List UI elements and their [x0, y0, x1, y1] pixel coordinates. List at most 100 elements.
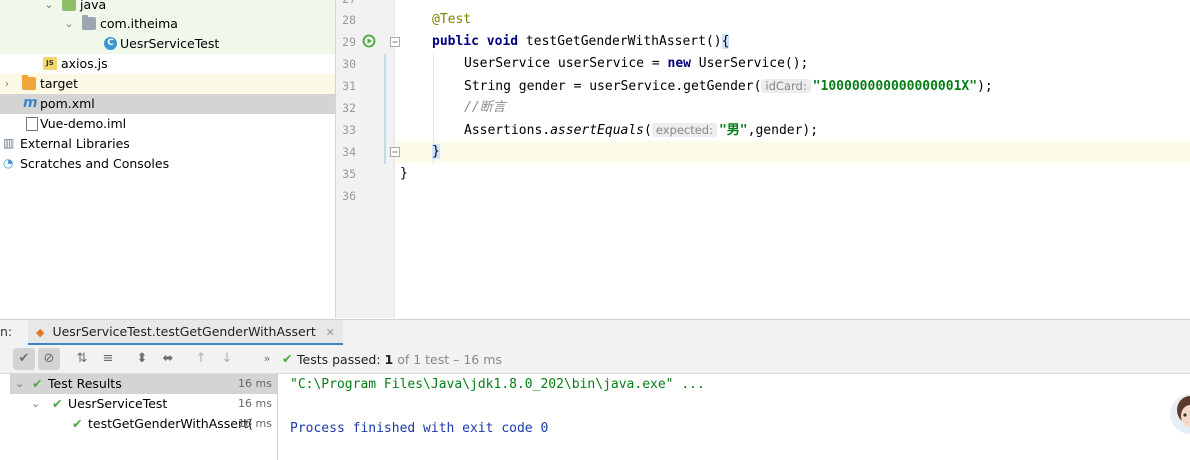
test-node-root[interactable]: ⌄ ✔ Test Results 16 ms	[10, 374, 277, 394]
method-signature: testGetGenderWithAssert()	[518, 34, 722, 49]
chevron-right-icon[interactable]: ›	[1, 74, 13, 94]
code-text: );	[977, 79, 993, 94]
package-icon	[82, 15, 96, 30]
code-text: String gender = userService.getGender(	[464, 79, 762, 94]
test-results-tree: ⌄ ✔ Test Results 16 ms ⌄ ✔ UesrServiceTe…	[0, 374, 278, 460]
folder-icon	[22, 75, 36, 90]
comment: //断言	[464, 100, 506, 115]
keyword: void	[486, 34, 519, 49]
brace: {	[721, 34, 730, 49]
test-duration: 16 ms	[238, 417, 272, 430]
tree-item-target[interactable]: › target	[0, 74, 335, 94]
code-line: }	[336, 163, 1190, 185]
chevron-down-icon[interactable]: ⌄	[63, 14, 75, 34]
next-failed-icon[interactable]: ↓	[216, 348, 238, 370]
expand-all-icon[interactable]: ⬍	[131, 348, 153, 370]
test-node-method[interactable]: ✔ testGetGenderWithAssert( 16 ms	[10, 414, 277, 434]
parameter-hint: expected:	[651, 123, 717, 137]
code-line: public void testGetGenderWithAssert(){	[336, 31, 1190, 53]
tests-passed-icon: ✔	[282, 351, 293, 366]
iml-file-icon	[26, 117, 38, 131]
run-tool-window-header: n: ◆ UesrServiceTest.testGetGenderWithAs…	[0, 319, 1190, 346]
tree-item-vue-demo-iml[interactable]: Vue-demo.iml	[0, 114, 335, 134]
close-tab-icon[interactable]: ✕	[326, 326, 335, 339]
tree-item-pom-xml[interactable]: m pom.xml	[0, 94, 335, 114]
tree-item-axios-js[interactable]: JS axios.js	[0, 54, 335, 74]
previous-failed-icon[interactable]: ↑	[190, 348, 212, 370]
code-text: UserService();	[690, 56, 809, 71]
pass-check-icon: ✔	[72, 416, 83, 431]
tree-item-label: target	[40, 76, 79, 91]
tree-item-label: External Libraries	[20, 136, 130, 151]
status-count: 1	[384, 352, 394, 367]
test-node-label: Test Results	[48, 376, 122, 391]
chevron-down-icon[interactable]: ⌄	[31, 394, 40, 414]
line-number: 36	[342, 189, 356, 203]
test-runner-toolbar: ✔ ⊘ ⇅ ≡ ⬍ ⬌ ↑ ↓ » ✔ Tests passed: 1 of 1…	[0, 345, 1190, 374]
pass-check-icon: ✔	[32, 376, 43, 391]
code-text: (	[644, 123, 652, 138]
code-text: ,gender);	[747, 123, 819, 138]
run-label: n:	[0, 324, 13, 339]
test-duration: 16 ms	[238, 377, 272, 390]
brace: }	[432, 144, 440, 159]
code-line: }	[336, 141, 1190, 163]
parameter-hint: idCard:	[761, 79, 811, 93]
keyword: public	[432, 34, 479, 49]
collapse-all-icon[interactable]: ⬌	[157, 348, 179, 370]
brace: }	[400, 166, 408, 181]
run-config-icon: ◆	[36, 326, 45, 339]
sort-by-duration-icon[interactable]: ≡	[97, 348, 119, 370]
tree-item-label: Scratches and Consoles	[20, 156, 170, 171]
tree-item-external-libraries[interactable]: ▥ External Libraries	[0, 134, 335, 154]
static-method: assertEquals	[550, 123, 645, 138]
code-line: //断言	[336, 97, 1190, 119]
tree-item-scratches[interactable]: ◔ Scratches and Consoles	[0, 154, 335, 174]
project-tree: ⌄ java ⌄ com.itheima C UesrServiceTest J…	[0, 0, 336, 318]
tree-item-uesrservicetest[interactable]: C UesrServiceTest	[0, 34, 335, 54]
string-literal: "男"	[718, 123, 748, 138]
annotation-text: @Test	[432, 12, 472, 27]
show-ignored-icon[interactable]: ⊘	[38, 348, 60, 370]
status-detail: of 1 test – 16 ms	[393, 352, 502, 367]
tree-item-label: axios.js	[61, 56, 108, 71]
js-file-icon: JS	[43, 57, 57, 70]
keyword: new	[667, 56, 691, 71]
tree-item-label: pom.xml	[40, 96, 95, 111]
tests-status: Tests passed: 1 of 1 test – 16 ms	[297, 352, 502, 367]
folder-icon	[62, 0, 76, 11]
test-node-label: UesrServiceTest	[68, 396, 168, 411]
console-command-line: "C:\Program Files\Java\jdk1.8.0_202\bin\…	[290, 377, 705, 392]
avatar	[1170, 394, 1190, 434]
tree-item-label: Vue-demo.iml	[40, 116, 127, 131]
scratches-icon: ◔	[3, 156, 14, 170]
sort-alphabetically-icon[interactable]: ⇅	[71, 348, 93, 370]
code-text: UserService userService =	[464, 56, 668, 71]
tab-run-config[interactable]: ◆ UesrServiceTest.testGetGenderWithAsser…	[28, 320, 343, 345]
test-duration: 16 ms	[238, 397, 272, 410]
more-actions-icon[interactable]: »	[256, 348, 278, 370]
tree-item-label: UesrServiceTest	[120, 36, 220, 51]
tree-item-com-itheima[interactable]: ⌄ com.itheima	[0, 14, 335, 34]
show-passed-icon[interactable]: ✔	[13, 348, 35, 370]
tree-item-label: com.itheima	[100, 16, 178, 31]
tree-item-java[interactable]: ⌄ java	[0, 0, 335, 15]
test-node-label: testGetGenderWithAssert(	[88, 416, 253, 431]
tab-title: UesrServiceTest.testGetGenderWithAssert	[52, 324, 316, 339]
status-text: Tests passed:	[297, 352, 385, 367]
code-editor[interactable]: 27 28 29 30 31 32 33 34 35 36 @Test publ…	[336, 0, 1190, 318]
string-literal: "100000000000000001X"	[812, 79, 978, 94]
chevron-down-icon[interactable]: ⌄	[43, 0, 55, 15]
code-line: String gender = userService.getGender(id…	[336, 75, 1190, 97]
code-text: Assertions.	[464, 123, 551, 138]
console-exit-line: Process finished with exit code 0	[290, 421, 549, 436]
line-number: 27	[336, 0, 356, 6]
maven-icon: m	[23, 95, 38, 111]
console-output[interactable]: "C:\Program Files\Java\jdk1.8.0_202\bin\…	[278, 374, 1190, 460]
chevron-down-icon[interactable]: ⌄	[15, 374, 24, 394]
test-class-icon: C	[104, 37, 117, 50]
libraries-icon: ▥	[3, 136, 15, 150]
pass-check-icon: ✔	[52, 396, 63, 411]
test-node-class[interactable]: ⌄ ✔ UesrServiceTest 16 ms	[10, 394, 277, 414]
code-line: Assertions.assertEquals(expected: "男",gen…	[336, 119, 1190, 141]
